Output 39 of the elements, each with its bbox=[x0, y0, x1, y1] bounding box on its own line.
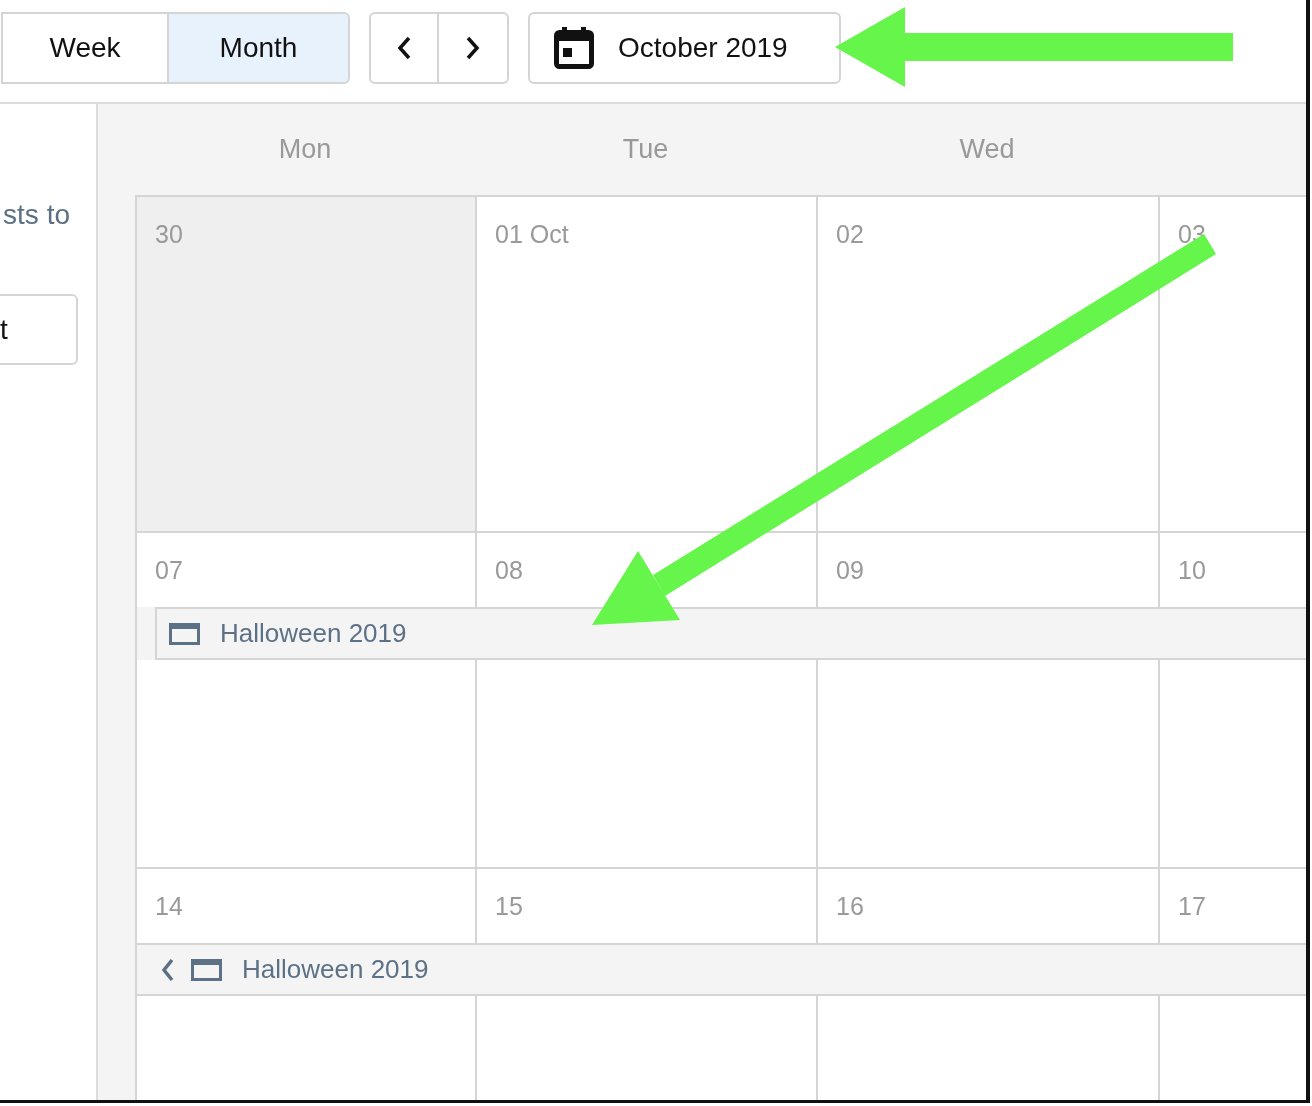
chevron-left-icon bbox=[396, 35, 412, 61]
event-bar[interactable]: Halloween 2019 bbox=[137, 943, 1306, 996]
event-bar[interactable]: Halloween 2019 bbox=[155, 607, 1306, 660]
date-picker-button[interactable]: October 2019 bbox=[528, 12, 841, 84]
weekday-label: Tue bbox=[622, 134, 669, 164]
day-number: 10 bbox=[1178, 556, 1206, 584]
day-cell[interactable]: 17 bbox=[1160, 869, 1306, 943]
day-cell[interactable]: 14 bbox=[137, 869, 477, 943]
day-number: 09 bbox=[836, 556, 864, 584]
day-number: 01 Oct bbox=[495, 220, 569, 248]
day-number: 17 bbox=[1178, 892, 1206, 920]
day-cell[interactable]: 15 bbox=[477, 869, 818, 943]
day-cell[interactable]: 01 Oct bbox=[477, 197, 818, 531]
sidebar-button[interactable]: t bbox=[0, 294, 78, 365]
day-cell[interactable]: 07 bbox=[137, 533, 477, 607]
view-tab[interactable]: Month bbox=[169, 12, 350, 84]
day-cell[interactable]: 09 bbox=[818, 533, 1160, 607]
day-number: 14 bbox=[155, 892, 183, 920]
day-cell[interactable]: 30 bbox=[137, 197, 477, 531]
calendar-icon bbox=[554, 26, 594, 70]
day-number: 07 bbox=[155, 556, 183, 584]
weekday-label: Mon bbox=[278, 134, 332, 164]
day-number: 15 bbox=[495, 892, 523, 920]
day-cell[interactable]: 10 bbox=[1160, 533, 1306, 607]
day-number: 16 bbox=[836, 892, 864, 920]
weekday-label: Wed bbox=[959, 134, 1015, 164]
day-number: 30 bbox=[155, 220, 183, 248]
day-cell[interactable]: 02 bbox=[818, 197, 1160, 531]
event-title: Halloween 2019 bbox=[220, 618, 407, 649]
day-cell[interactable]: 16 bbox=[818, 869, 1160, 943]
sidebar-text: sts to bbox=[3, 198, 70, 232]
next-button[interactable] bbox=[439, 12, 509, 84]
day-number: 08 bbox=[495, 556, 523, 584]
chevron-right-icon bbox=[465, 35, 481, 61]
view-tab[interactable]: Week bbox=[1, 12, 169, 84]
previous-button[interactable] bbox=[369, 12, 439, 84]
event-title: Halloween 2019 bbox=[242, 954, 429, 985]
day-number: 02 bbox=[836, 220, 864, 248]
chevron-left-icon bbox=[161, 957, 175, 982]
